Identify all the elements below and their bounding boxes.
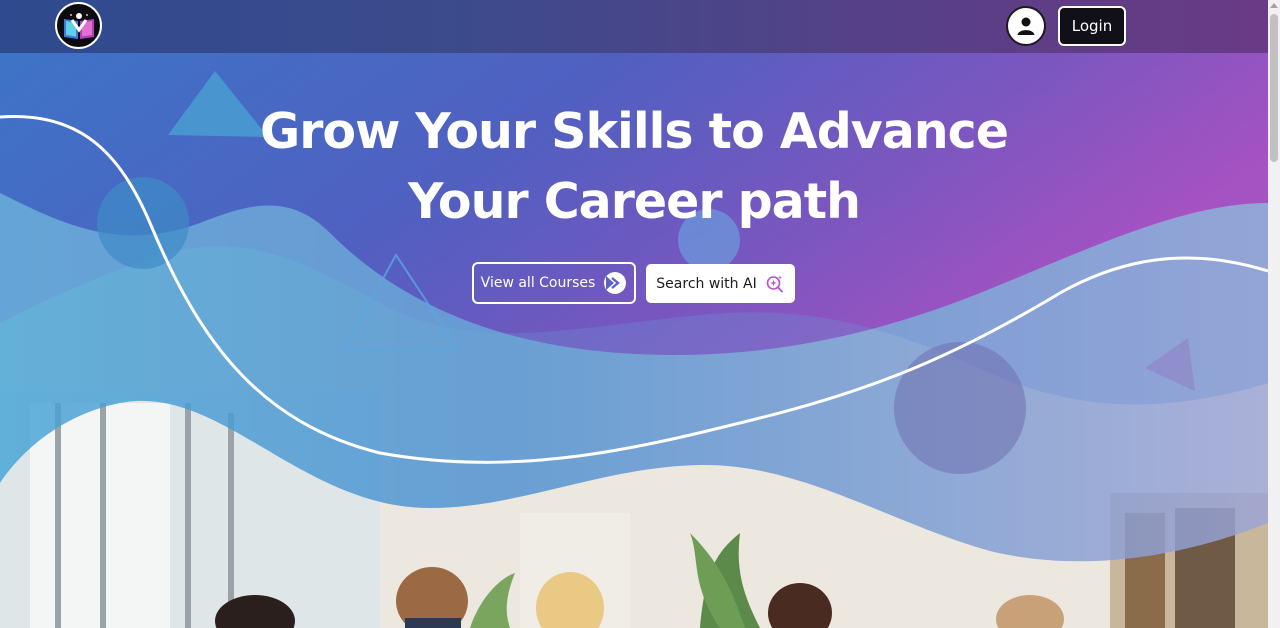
search-with-ai-button[interactable]: Search with AI (646, 264, 795, 303)
top-navbar: Login (0, 0, 1268, 53)
arrow-circle-right-icon (604, 272, 627, 294)
view-all-courses-button[interactable]: View all Courses (472, 262, 636, 304)
hero-headline-line-2: Your Career path (407, 173, 861, 230)
hero-headline-line-1: Grow Your Skills to Advance (260, 103, 1009, 160)
user-profile-button[interactable] (1006, 6, 1046, 46)
hero-headline: Grow Your Skills to Advance Your Career … (200, 97, 1068, 237)
login-button[interactable]: Login (1058, 6, 1126, 46)
user-icon (1017, 17, 1035, 35)
sparkle-search-icon (766, 275, 783, 293)
search-with-ai-label: Search with AI (656, 275, 757, 292)
page-scrollbar[interactable] (1268, 0, 1280, 628)
page-viewport: Login Grow Your Skills to Advance Your C… (0, 0, 1268, 628)
book-person-logo-icon (63, 12, 94, 39)
scroll-up-arrow-icon[interactable] (1270, 3, 1278, 8)
hero-section: Grow Your Skills to Advance Your Career … (0, 53, 1268, 628)
scrollbar-thumb[interactable] (1270, 14, 1278, 162)
site-logo[interactable] (55, 2, 102, 49)
view-all-courses-label: View all Courses (480, 275, 596, 291)
